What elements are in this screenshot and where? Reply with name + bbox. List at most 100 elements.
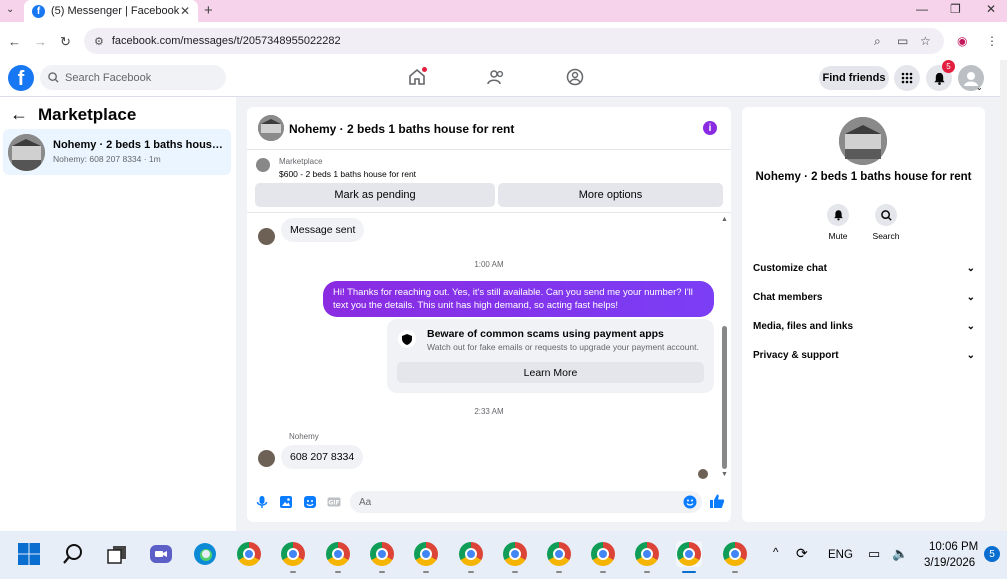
restore-icon[interactable]: ❐ xyxy=(950,2,961,16)
chrome-profile-active-icon[interactable] xyxy=(676,541,702,567)
tab-search-icon[interactable]: ⌄ xyxy=(6,4,14,15)
running-indicator xyxy=(290,571,296,573)
chrome-profile-icon[interactable] xyxy=(634,541,660,567)
site-settings-icon[interactable]: ⚙ xyxy=(94,35,104,48)
windows-start-icon[interactable] xyxy=(16,541,42,567)
reload-icon[interactable]: ↻ xyxy=(60,34,71,50)
bookmark-star-icon[interactable]: ☆ xyxy=(920,34,931,48)
language-indicator[interactable]: ENG xyxy=(828,549,853,561)
details-thumbnail[interactable] xyxy=(839,117,887,165)
scroll-down-icon[interactable]: ▼ xyxy=(721,471,728,478)
conversation-preview: Nohemy: 608 207 8334 · 1m xyxy=(53,154,161,164)
chevron-down-icon: ⌄ xyxy=(966,350,975,361)
learn-more-button[interactable]: Learn More xyxy=(397,362,704,383)
chrome-profile-icon[interactable] xyxy=(413,541,439,567)
home-dot xyxy=(422,67,427,72)
menu-grid-icon[interactable] xyxy=(894,65,920,91)
chrome-profile-icon[interactable] xyxy=(502,541,528,567)
cast-icon[interactable]: ▭ xyxy=(897,34,908,48)
tab-close-icon[interactable]: ✕ xyxy=(180,4,190,18)
listing-price[interactable]: $600 - 2 beds 1 baths house for rent xyxy=(279,169,416,179)
chrome-icon[interactable] xyxy=(236,541,262,567)
chrome-profile-icon[interactable] xyxy=(280,541,306,567)
chat-members-row[interactable]: Chat members ⌄ xyxy=(753,292,975,303)
chat-thumbnail[interactable] xyxy=(258,115,284,141)
microphone-icon[interactable] xyxy=(255,495,269,509)
groups-icon[interactable] xyxy=(566,68,584,89)
running-indicator xyxy=(512,571,518,573)
clock-date[interactable]: 3/19/2026 xyxy=(924,557,975,569)
conversation-details-panel xyxy=(742,107,985,522)
profile-icon[interactable]: ◉ xyxy=(957,34,967,48)
facebook-search-input[interactable]: Search Facebook xyxy=(40,65,226,90)
chrome-profile-icon[interactable] xyxy=(458,541,484,567)
sender-avatar[interactable] xyxy=(258,228,275,245)
row-label: Chat members xyxy=(753,292,823,303)
row-label: Privacy & support xyxy=(753,350,839,361)
new-tab-button[interactable]: + xyxy=(204,2,213,19)
sender-avatar[interactable] xyxy=(258,450,275,467)
back-arrow-icon[interactable]: ← xyxy=(10,104,28,125)
chrome-profile-icon[interactable] xyxy=(325,541,351,567)
chevron-down-icon: ⌄ xyxy=(966,263,975,274)
chevron-down-icon: ⌄ xyxy=(966,321,975,332)
info-icon[interactable]: i xyxy=(703,121,717,135)
sticker-icon[interactable] xyxy=(303,495,317,509)
chrome-profile-icon[interactable] xyxy=(546,541,572,567)
scroll-up-icon[interactable]: ▲ xyxy=(721,216,728,223)
back-icon[interactable]: ← xyxy=(8,34,21,49)
facebook-favicon-icon: f xyxy=(32,4,45,18)
chat-scrollbar-thumb[interactable] xyxy=(722,326,727,469)
timestamp: 2:33 AM xyxy=(474,407,504,416)
tab-title: (5) Messenger | Facebook xyxy=(51,5,180,17)
zoom-icon[interactable]: ⌕ xyxy=(874,34,881,49)
scam-warning-title: Beware of common scams using payment app… xyxy=(427,328,664,340)
task-view-icon[interactable] xyxy=(104,541,130,567)
account-chevron-down-icon[interactable]: ⌄ xyxy=(976,83,983,92)
url-field[interactable]: ⚙ facebook.com/messages/t/20573489550222… xyxy=(84,28,944,54)
minimize-icon[interactable]: — xyxy=(916,2,928,16)
browser-tab[interactable]: f (5) Messenger | Facebook ✕ xyxy=(24,0,198,22)
mark-as-pending-button[interactable]: Mark as pending xyxy=(255,183,495,207)
teams-icon[interactable] xyxy=(148,541,174,567)
media-files-links-row[interactable]: Media, files and links ⌄ xyxy=(753,321,975,332)
thumbs-up-icon[interactable] xyxy=(709,493,725,512)
page-title: Marketplace xyxy=(38,104,137,124)
search-placeholder: Search Facebook xyxy=(65,71,152,84)
taskbar-search-icon[interactable] xyxy=(60,541,86,567)
facebook-logo-icon[interactable]: f xyxy=(8,65,34,91)
chrome-profile-icon[interactable] xyxy=(590,541,616,567)
mute-button[interactable] xyxy=(827,204,849,226)
listing-thumbnail xyxy=(256,158,270,172)
close-window-icon[interactable]: ✕ xyxy=(986,2,996,16)
friends-icon[interactable] xyxy=(487,68,505,89)
sync-icon[interactable]: ⟳ xyxy=(796,545,808,562)
network-icon[interactable]: ▭ xyxy=(868,546,880,562)
gif-icon[interactable]: GIF xyxy=(327,495,341,509)
running-indicator xyxy=(556,571,562,573)
chat-title[interactable]: Nohemy · 2 beds 1 baths house for rent xyxy=(289,122,514,136)
find-friends-button[interactable]: Find friends xyxy=(819,66,889,90)
browser-menu-icon[interactable]: ⋮ xyxy=(986,34,998,48)
scam-warning-subtitle: Watch out for fake emails or requests to… xyxy=(427,342,699,352)
forward-icon[interactable]: → xyxy=(34,34,47,49)
privacy-support-row[interactable]: Privacy & support ⌄ xyxy=(753,350,975,361)
emoji-icon[interactable] xyxy=(683,495,697,512)
message-input[interactable]: Aa xyxy=(350,491,702,513)
page-scrollbar[interactable] xyxy=(1000,60,1007,531)
customize-chat-row[interactable]: Customize chat ⌄ xyxy=(753,263,975,274)
search-conversation-button[interactable] xyxy=(875,204,897,226)
chrome-profile-icon[interactable] xyxy=(369,541,395,567)
conversation-title: Nohemy · 2 beds 1 baths house for... xyxy=(53,139,225,151)
notification-center-badge[interactable]: 5 xyxy=(984,546,1000,562)
chrome-profile-icon[interactable] xyxy=(722,541,748,567)
marketplace-header: ← Marketplace xyxy=(10,104,136,125)
show-hidden-icons-chevron-up-icon[interactable]: ^ xyxy=(773,547,778,559)
clock-time[interactable]: 10:06 PM xyxy=(929,541,978,553)
edge-icon[interactable] xyxy=(192,541,218,567)
photo-icon[interactable] xyxy=(279,495,293,509)
volume-icon[interactable]: 🔈 xyxy=(892,546,908,562)
more-options-button[interactable]: More options xyxy=(498,183,723,207)
row-label: Customize chat xyxy=(753,263,827,274)
row-label: Media, files and links xyxy=(753,321,854,332)
